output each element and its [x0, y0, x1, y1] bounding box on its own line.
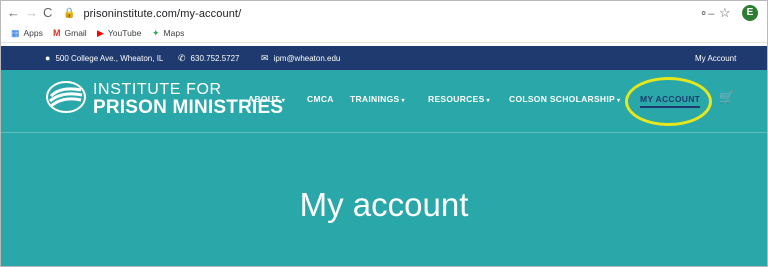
topbar-email[interactable]: ✉ ipm@wheaton.edu [261, 53, 340, 64]
topbar-address: ● 500 College Ave., Wheaton, IL [45, 53, 163, 63]
page-title: My account [299, 186, 469, 223]
nav-label: TRAININGS [350, 94, 400, 104]
logo-wave-icon[interactable] [45, 80, 87, 114]
topbar-my-account-link[interactable]: My Account [695, 54, 736, 63]
url-field[interactable]: 🔒 prisoninstitute.com/my-account/ [63, 5, 241, 22]
topbar-phone[interactable]: ✆ 630.752.5727 [178, 53, 239, 64]
chevron-down-icon: ▾ [486, 98, 490, 104]
nav-label: ABOUT [248, 94, 280, 104]
chevron-down-icon: ▾ [617, 98, 621, 104]
cart-icon[interactable]: 🛒 [719, 90, 734, 104]
chevron-down-icon: ▾ [401, 98, 405, 104]
bookmark-star-icon[interactable]: ☆ [719, 5, 731, 21]
envelope-icon: ✉ [261, 53, 269, 63]
maps-icon: ✦ [152, 28, 160, 38]
phone-icon: ✆ [178, 53, 186, 63]
nav-trainings[interactable]: TRAININGS ▾ [350, 94, 405, 104]
hero-section: INSTITUTE FOR PRISON MINISTRIES ABOUT ▾ C… [1, 70, 767, 266]
phone-text[interactable]: 630.752.5727 [191, 54, 240, 63]
key-icon[interactable]: ⚬– [699, 7, 714, 20]
email-text[interactable]: ipm@wheaton.edu [274, 54, 341, 63]
highlight-circle-annotation [625, 77, 712, 126]
back-arrow-icon[interactable]: ← [7, 5, 20, 21]
header-divider [1, 132, 767, 133]
bookmark-label: Gmail [64, 28, 87, 38]
bookmark-maps[interactable]: ✦ Maps [152, 28, 184, 38]
chevron-down-icon: ▾ [281, 98, 286, 104]
nav-label: CMCA [307, 94, 334, 104]
nav-resources[interactable]: RESOURCES ▾ [428, 94, 490, 104]
apps-grid-icon: ▦ [11, 28, 20, 38]
url-text[interactable]: prisoninstitute.com/my-account/ [83, 8, 241, 20]
gmail-icon: M [53, 28, 61, 38]
site-topbar: ● 500 College Ave., Wheaton, IL ✆ 630.75… [1, 46, 767, 70]
bookmark-apps[interactable]: ▦ Apps [11, 28, 43, 38]
bookmark-youtube[interactable]: ▶ YouTube [97, 28, 141, 38]
forward-arrow-icon[interactable]: → [25, 5, 38, 21]
browser-window: ← → C 🔒 prisoninstitute.com/my-account/ … [0, 0, 768, 267]
nav-cmca[interactable]: CMCA [307, 94, 334, 104]
location-pin-icon: ● [45, 53, 51, 63]
bookmark-gmail[interactable]: M Gmail [53, 28, 87, 38]
youtube-icon: ▶ [97, 28, 104, 38]
nav-label: RESOURCES [428, 94, 485, 104]
bookmarks-bar: ▦ Apps M Gmail ▶ YouTube ✦ Maps [1, 26, 767, 43]
nav-label: COLSON SCHOLARSHIP [509, 94, 615, 104]
nav-colson-scholarship[interactable]: COLSON SCHOLARSHIP ▾ [509, 94, 620, 104]
bookmark-label: Maps [163, 28, 185, 38]
profile-avatar[interactable]: E [742, 5, 758, 21]
nav-about[interactable]: ABOUT ▾ [248, 94, 285, 104]
bookmark-label: Apps [23, 28, 43, 38]
reload-icon[interactable]: C [43, 5, 52, 21]
address-bar: ← → C 🔒 prisoninstitute.com/my-account/ … [1, 1, 767, 26]
lock-icon: 🔒 [63, 8, 76, 19]
bookmark-label: YouTube [107, 28, 142, 38]
address-text: 500 College Ave., Wheaton, IL [55, 53, 164, 63]
